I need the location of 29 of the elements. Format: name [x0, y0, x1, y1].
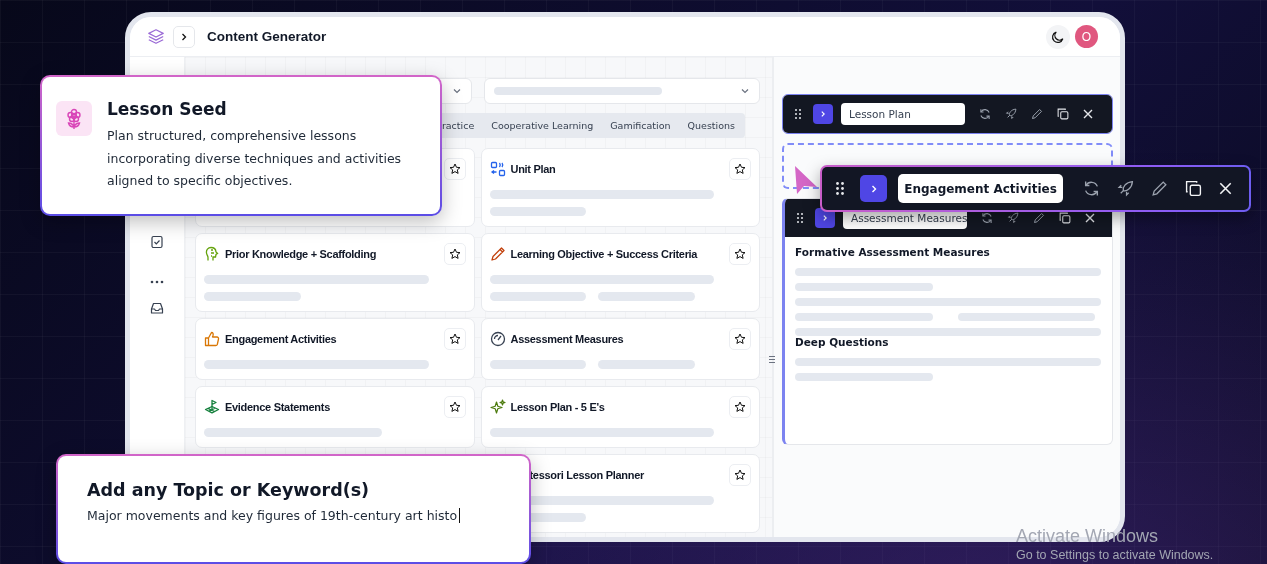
section-heading: Deep Questions: [795, 336, 890, 348]
card-title: Learning Objective + Success Criteria: [510, 248, 698, 260]
user-avatar[interactable]: O: [1075, 25, 1098, 48]
template-card[interactable]: Lesson Plan - 5 E's: [480, 386, 760, 448]
callout-title: Lesson Seed: [107, 99, 228, 119]
section-heading: Formative Assessment Measures: [795, 246, 991, 258]
card-title: Evidence Statements: [225, 401, 330, 413]
template-card[interactable]: Prior Knowledge + Scaffolding: [195, 233, 475, 312]
activation-notice-text: Go to Settings to activate Windows.: [1016, 547, 1214, 563]
card-title: Assessment Measures: [510, 333, 624, 345]
block-title-field[interactable]: Engagement Activities: [898, 174, 1063, 203]
template-card[interactable]: Learning Objective + Success Criteria: [480, 233, 760, 312]
page-title: Content Generator: [207, 29, 327, 44]
tab[interactable]: Questions: [687, 120, 735, 131]
tab[interactable]: ractice: [441, 120, 475, 131]
template-card[interactable]: Engagement Activities: [195, 318, 475, 380]
callout-title: Add any Topic or Keyword(s): [87, 480, 371, 500]
block-title-field[interactable]: Lesson Plan: [841, 103, 965, 125]
card-title: Prior Knowledge + Scaffolding: [225, 248, 377, 260]
callout-text: Plan structured, comprehensive lessons incorporating diverse techniques and activities aligned to specific objectives.: [107, 127, 403, 190]
card-title: Lesson Plan - 5 E's: [510, 401, 605, 413]
drag-preview-tooltip[interactable]: Engagement Activities: [820, 165, 1251, 212]
card-title: Unit Plan: [510, 163, 556, 175]
tab[interactable]: Cooperative Learning: [491, 120, 594, 131]
tab[interactable]: Gamification: [610, 120, 671, 131]
template-card[interactable]: Unit Plan: [480, 148, 760, 227]
template-card[interactable]: Assessment Measures: [480, 318, 760, 380]
template-card[interactable]: Evidence Statements: [195, 386, 475, 448]
card-title: Engagement Activities: [225, 333, 337, 345]
